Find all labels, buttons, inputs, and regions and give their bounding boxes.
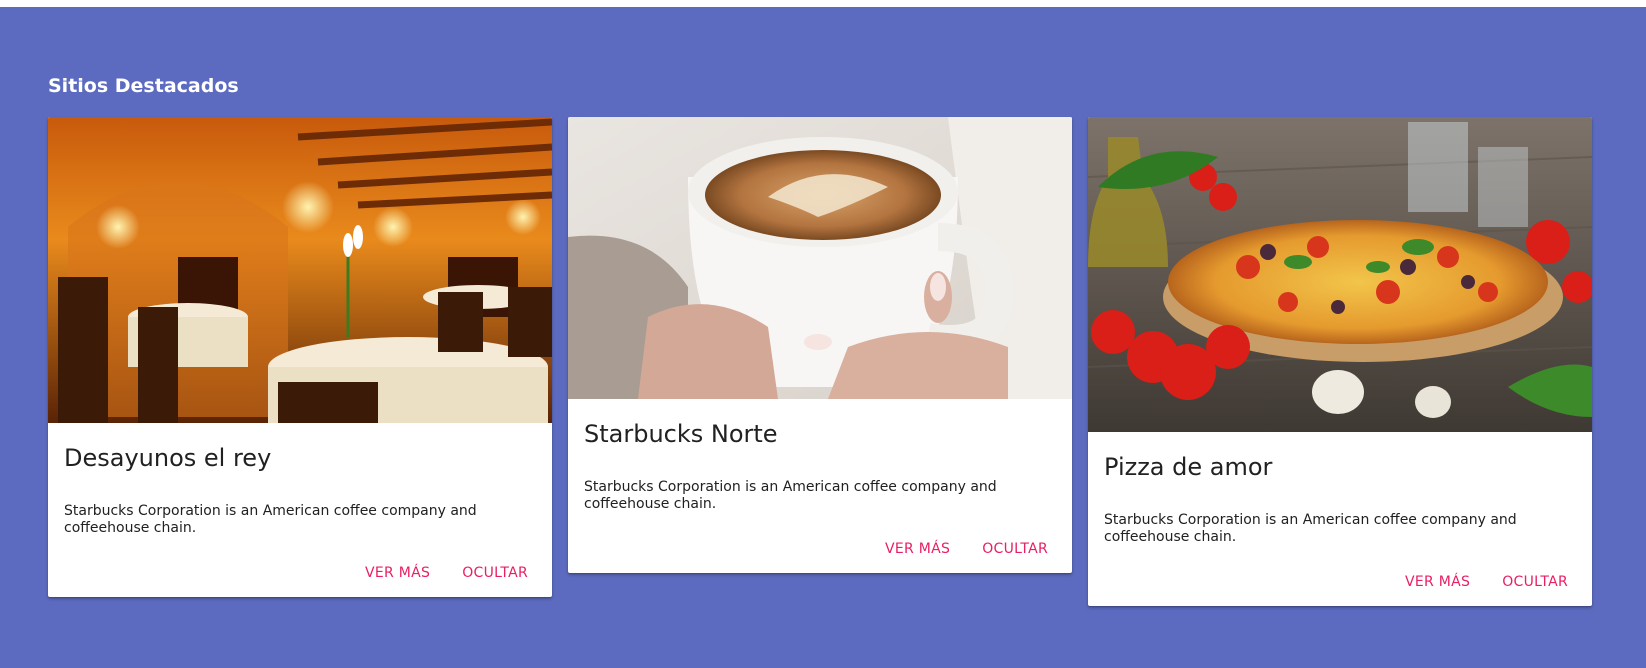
card-description: Starbucks Corporation is an American cof…: [584, 479, 997, 512]
pizza-image: [1088, 117, 1592, 432]
card-title: Pizza de amor: [1104, 453, 1273, 481]
featured-sites-section: Sitios Destacados Desayunos el rey Starb…: [0, 7, 1646, 668]
card-title: Desayunos el rey: [64, 444, 272, 472]
card-title: Starbucks Norte: [584, 420, 778, 448]
site-card-desayunos: Desayunos el rey Starbucks Corporation i…: [48, 117, 552, 597]
card-actions: VER MÁS OCULTAR: [1088, 546, 1592, 606]
site-card-pizza: Pizza de amor Starbucks Corporation is a…: [1088, 117, 1592, 606]
see-more-button[interactable]: VER MÁS: [353, 561, 442, 585]
hide-button[interactable]: OCULTAR: [970, 537, 1060, 561]
card-actions: VER MÁS OCULTAR: [568, 513, 1072, 573]
site-card-starbucks: Starbucks Norte Starbucks Corporation is…: [568, 117, 1072, 573]
card-description: Starbucks Corporation is an American cof…: [64, 503, 477, 536]
card-actions: VER MÁS OCULTAR: [48, 537, 552, 597]
coffee-image: [568, 117, 1072, 399]
hide-button[interactable]: OCULTAR: [1490, 570, 1580, 594]
section-title: Sitios Destacados: [48, 75, 239, 97]
see-more-button[interactable]: VER MÁS: [873, 537, 962, 561]
see-more-button[interactable]: VER MÁS: [1393, 570, 1482, 594]
restaurant-image: [48, 117, 552, 423]
card-description: Starbucks Corporation is an American cof…: [1104, 512, 1517, 545]
hide-button[interactable]: OCULTAR: [450, 561, 540, 585]
